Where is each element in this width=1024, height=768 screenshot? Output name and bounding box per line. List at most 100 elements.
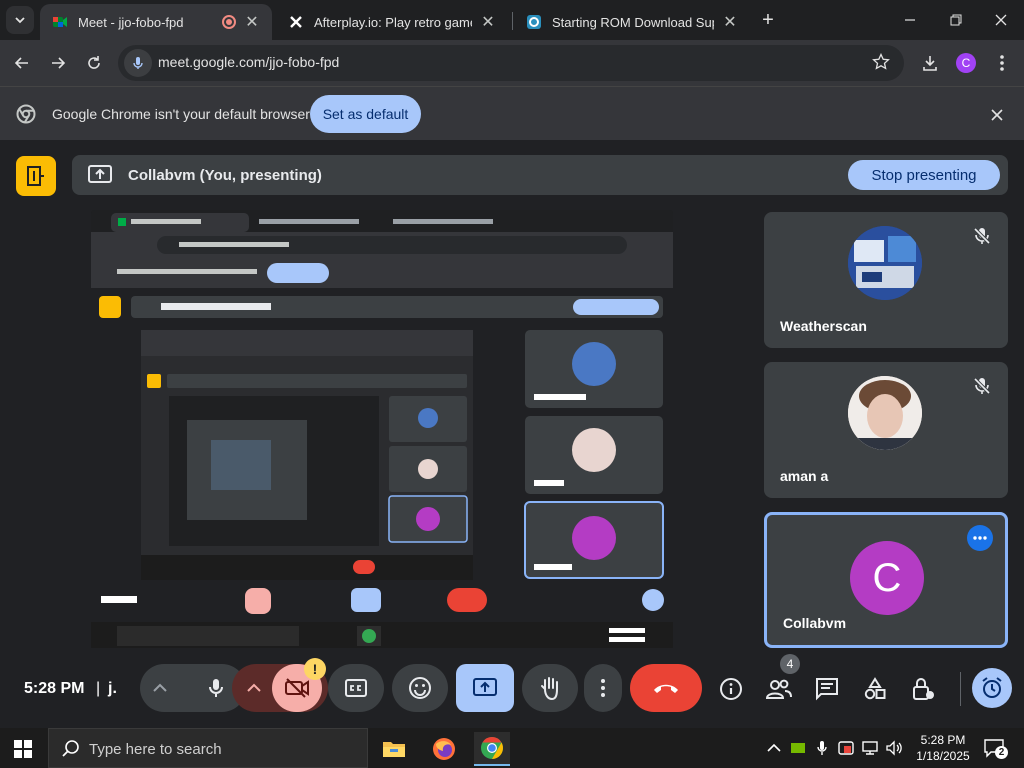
minimize-button[interactable] bbox=[898, 8, 922, 32]
network-tray-icon[interactable] bbox=[860, 738, 880, 758]
participant-tile-collabvm[interactable]: C Collabvm bbox=[764, 512, 1008, 648]
chrome-icon bbox=[481, 737, 503, 759]
tab-afterplay[interactable]: Afterplay.io: Play retro games o ✕ bbox=[276, 4, 508, 40]
more-options-button[interactable] bbox=[584, 664, 622, 712]
timer-button[interactable] bbox=[972, 668, 1012, 708]
download-icon bbox=[923, 56, 937, 71]
system-date: 1/18/2025 bbox=[916, 749, 970, 763]
present-now-button[interactable] bbox=[456, 664, 514, 712]
recursive-screen-capture bbox=[91, 210, 673, 650]
taskbar-search-placeholder: Type here to search bbox=[89, 741, 222, 758]
activities-button[interactable] bbox=[862, 676, 888, 702]
meet-room-button[interactable] bbox=[16, 156, 56, 196]
chrome-menu-button[interactable] bbox=[990, 51, 1014, 75]
new-tab-button[interactable]: + bbox=[758, 10, 778, 30]
taskbar-search-box[interactable]: Type here to search bbox=[48, 728, 368, 768]
afterplay-favicon-icon bbox=[290, 16, 302, 28]
search-icon bbox=[62, 740, 79, 757]
meet-page: Collabvm (You, presenting) Stop presenti… bbox=[0, 140, 1024, 728]
notification-count: 2 bbox=[995, 746, 1008, 759]
stop-presenting-button[interactable]: Stop presenting bbox=[848, 160, 1000, 190]
windows-taskbar: Type here to search 5:28 PM 1/18/2025 2 bbox=[0, 728, 1024, 768]
back-arrow-icon bbox=[14, 57, 28, 69]
nvidia-tray-icon[interactable] bbox=[788, 738, 808, 758]
show-hidden-icons-button[interactable] bbox=[764, 738, 784, 758]
reactions-button[interactable] bbox=[392, 664, 448, 712]
set-as-default-button[interactable]: Set as default bbox=[310, 95, 421, 133]
more-vertical-icon bbox=[601, 679, 605, 697]
chevron-up-icon bbox=[247, 683, 261, 692]
people-icon bbox=[766, 679, 792, 699]
closed-captions-icon bbox=[345, 679, 367, 697]
back-button[interactable] bbox=[10, 51, 34, 75]
meeting-code: j. bbox=[108, 680, 117, 697]
notifications-button[interactable]: 2 bbox=[982, 736, 1008, 760]
close-infobar-button[interactable] bbox=[986, 104, 1008, 126]
close-window-button[interactable] bbox=[989, 8, 1013, 32]
meeting-info-button[interactable] bbox=[718, 676, 744, 702]
volume-tray-icon[interactable] bbox=[884, 738, 904, 758]
infobar-message: Google Chrome isn't your default browser bbox=[52, 106, 310, 122]
microphone-off-icon bbox=[973, 227, 991, 245]
people-button[interactable] bbox=[766, 676, 792, 702]
file-explorer-taskbar-app[interactable] bbox=[376, 732, 412, 766]
chevron-up-icon bbox=[767, 743, 781, 752]
restore-button[interactable] bbox=[944, 8, 968, 32]
participant-avatar bbox=[848, 376, 922, 450]
tab-title: Meet - jjo-fobo-fpd bbox=[78, 14, 184, 30]
chat-button[interactable] bbox=[814, 676, 840, 702]
participant-tile-aman[interactable]: aman a bbox=[764, 362, 1008, 498]
raise-hand-button[interactable] bbox=[522, 664, 578, 712]
lock-person-icon bbox=[913, 678, 934, 700]
camera-off-icon bbox=[285, 678, 309, 698]
tab-meet[interactable]: Meet - jjo-fobo-fpd ✕ bbox=[40, 4, 272, 40]
close-icon bbox=[991, 109, 1003, 121]
close-tab-icon[interactable]: ✕ bbox=[722, 12, 738, 32]
forward-button[interactable] bbox=[46, 51, 70, 75]
tab-strip: Meet - jjo-fobo-fpd ✕ Afterplay.io: Play… bbox=[0, 0, 1024, 40]
windows-start-icon[interactable] bbox=[14, 740, 32, 758]
reload-button[interactable] bbox=[82, 51, 106, 75]
participant-more-options-button[interactable] bbox=[967, 525, 993, 551]
shapes-activities-icon bbox=[864, 677, 886, 700]
shared-screen-preview bbox=[91, 210, 673, 650]
bookmark-star-icon[interactable] bbox=[872, 53, 890, 71]
host-controls-button[interactable] bbox=[910, 676, 936, 702]
close-icon bbox=[995, 14, 1007, 26]
close-tab-icon[interactable]: ✕ bbox=[244, 12, 260, 32]
more-horizontal-icon bbox=[973, 536, 987, 540]
address-bar[interactable]: meet.google.com/jjo-fobo-fpd bbox=[118, 45, 904, 81]
system-time: 5:28 PM bbox=[920, 733, 966, 747]
control-divider bbox=[960, 672, 961, 706]
meet-control-bar: 5:28 PM | j. ! bbox=[0, 648, 1024, 728]
downloads-button[interactable] bbox=[918, 51, 942, 75]
default-browser-infobar: Google Chrome isn't your default browser… bbox=[0, 86, 1024, 140]
system-clock[interactable]: 5:28 PM 1/18/2025 bbox=[914, 732, 972, 764]
meeting-time: 5:28 PM bbox=[24, 680, 85, 697]
browser-toolbar: meet.google.com/jjo-fobo-fpd C bbox=[0, 40, 1024, 86]
leave-call-button[interactable] bbox=[630, 664, 702, 712]
tab-search-button[interactable] bbox=[6, 6, 34, 34]
close-tab-icon[interactable]: ✕ bbox=[480, 12, 496, 32]
details-separator: | bbox=[96, 680, 101, 697]
captions-button[interactable] bbox=[328, 664, 384, 712]
participant-tile-weatherscan[interactable]: Weatherscan bbox=[764, 212, 1008, 348]
present-screen-icon bbox=[88, 165, 112, 183]
video-options-button[interactable] bbox=[242, 676, 266, 700]
security-tray-icon[interactable] bbox=[836, 738, 856, 758]
microphone-site-icon[interactable] bbox=[124, 49, 152, 77]
audio-options-button[interactable] bbox=[148, 676, 172, 700]
restore-icon bbox=[950, 14, 962, 26]
firefox-icon bbox=[433, 738, 455, 760]
microphone-tray-icon[interactable] bbox=[812, 738, 832, 758]
profile-avatar[interactable]: C bbox=[956, 53, 976, 73]
tab-rom-download[interactable]: Starting ROM Download Super ✕ bbox=[514, 4, 750, 40]
rom-site-favicon-icon bbox=[527, 15, 541, 29]
firefox-taskbar-app[interactable] bbox=[426, 732, 462, 766]
tab-title: Afterplay.io: Play retro games o bbox=[314, 14, 472, 30]
tab-title: Starting ROM Download Super bbox=[552, 14, 714, 30]
participant-name: aman a bbox=[780, 468, 829, 484]
google-meet-favicon-icon bbox=[53, 17, 67, 27]
emoji-smile-icon bbox=[409, 677, 431, 699]
chrome-taskbar-app[interactable] bbox=[474, 732, 510, 766]
